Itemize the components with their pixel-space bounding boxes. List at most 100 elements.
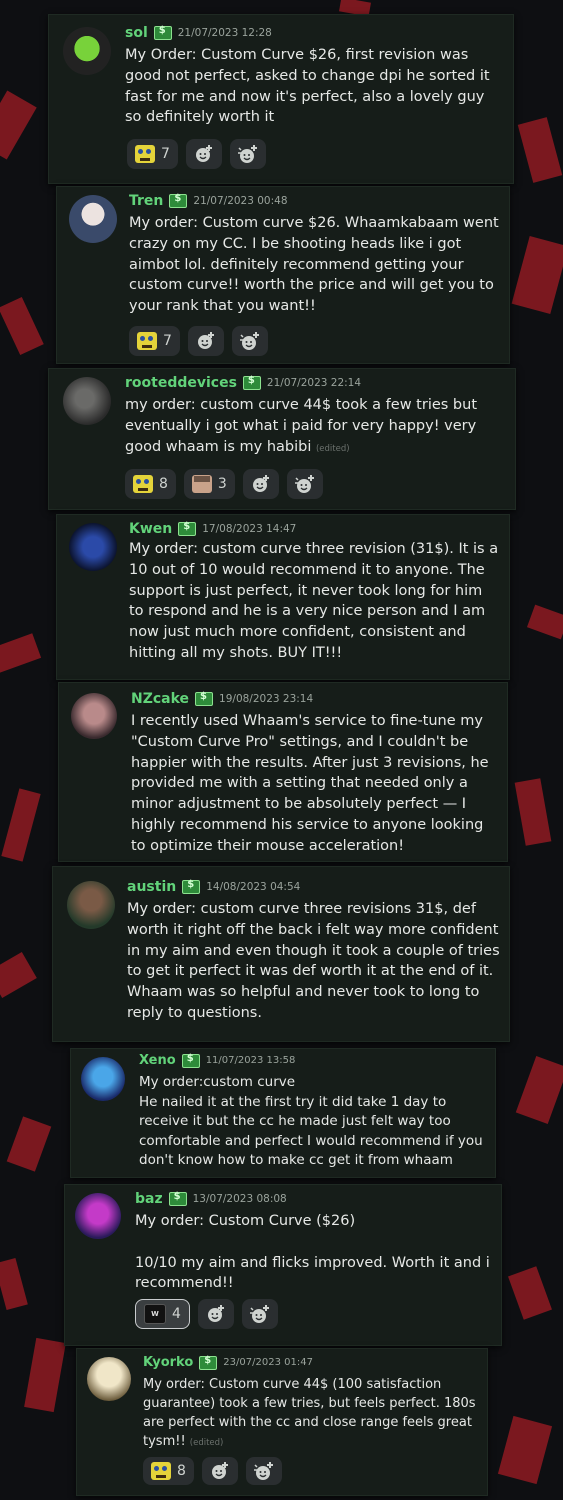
add-super-reaction-icon [253, 1462, 273, 1480]
add-reaction-button[interactable] [201, 1457, 238, 1485]
username[interactable]: baz [135, 1191, 163, 1207]
background-shard [515, 1055, 563, 1125]
add-super-reaction-icon [237, 145, 257, 163]
add-reaction-icon [211, 1462, 228, 1479]
avatar[interactable] [87, 1357, 131, 1401]
username[interactable]: rooteddevices [125, 375, 237, 391]
money-badge-icon [153, 25, 172, 40]
add-reaction-icon [207, 1305, 224, 1322]
background-shard [0, 633, 42, 673]
reaction-pill[interactable]: 7 [127, 139, 178, 169]
money-badge-icon [168, 1191, 187, 1206]
review-card: Xeno 11/07/2023 13:58 My order:custom cu… [70, 1048, 496, 1178]
add-reaction-icon [252, 475, 269, 492]
reaction-bar: 8 [143, 1457, 282, 1485]
message-header: Xeno 11/07/2023 13:58 [139, 1053, 296, 1069]
background-shard [0, 90, 37, 160]
message-text-content: my order: custom curve 44$ took a few tr… [125, 397, 482, 455]
avatar[interactable] [81, 1057, 125, 1101]
message-header: sol 21/07/2023 12:28 [125, 25, 272, 41]
message-text: My order:custom curve He nailed it at th… [139, 1074, 483, 1168]
reaction-bar: 8 3 [125, 469, 323, 499]
reaction-pill[interactable]: 8 [125, 469, 176, 499]
avatar[interactable] [63, 377, 111, 425]
avatar[interactable] [69, 195, 117, 243]
avatar[interactable] [63, 27, 111, 75]
review-card: Kwen 17/08/2023 14:47 My order: custom c… [56, 514, 510, 680]
background-shard [24, 1337, 66, 1413]
timestamp: 14/08/2023 04:54 [206, 881, 301, 893]
spongebob-emoji [133, 475, 153, 493]
add-reaction-button[interactable] [187, 326, 224, 356]
spongebob-emoji [135, 145, 155, 163]
background-shard [526, 604, 563, 640]
reaction-pill[interactable]: 8 [143, 1457, 194, 1485]
background-shard [514, 778, 552, 846]
money-badge-icon [169, 193, 188, 208]
timestamp: 21/07/2023 00:48 [193, 195, 288, 207]
message-header: Tren 21/07/2023 00:48 [129, 193, 288, 209]
money-badge-icon [195, 691, 214, 706]
reaction-pill[interactable]: 3 [183, 469, 235, 499]
money-badge-icon [181, 1053, 200, 1068]
timestamp: 11/07/2023 13:58 [205, 1055, 296, 1066]
username[interactable]: Tren [129, 193, 163, 209]
add-super-reaction-icon [239, 332, 259, 350]
avatar[interactable] [71, 693, 117, 739]
username[interactable]: austin [127, 879, 176, 895]
username[interactable]: Kwen [129, 521, 172, 537]
spongebob-emoji [151, 1462, 171, 1480]
reaction-bar: 7 [127, 139, 266, 169]
background-shard [0, 952, 37, 998]
money-badge-icon [242, 375, 261, 390]
edited-label: (edited) [315, 443, 350, 454]
username[interactable]: sol [125, 25, 148, 41]
background-shard [1, 788, 41, 862]
add-reaction-button[interactable] [185, 139, 222, 169]
add-super-reaction-button[interactable] [286, 469, 323, 499]
username[interactable]: Xeno [139, 1053, 176, 1068]
add-super-reaction-button[interactable] [241, 1299, 278, 1329]
message-text: My order: Custom curve $26. Whaamkabaam … [129, 215, 504, 315]
money-badge-icon [182, 879, 201, 894]
money-badge-icon [199, 1355, 218, 1370]
avatar[interactable] [75, 1193, 121, 1239]
message-header: Kwen 17/08/2023 14:47 [129, 521, 296, 537]
background-shard [497, 1415, 553, 1485]
review-card: rooteddevices 21/07/2023 22:14 my order:… [48, 368, 516, 510]
w-logo-emoji: W [144, 1304, 166, 1324]
add-super-reaction-button[interactable] [231, 326, 268, 356]
reaction-bar: W4 [135, 1299, 278, 1329]
reaction-bar: 7 [129, 326, 268, 356]
message-header: austin 14/08/2023 04:54 [127, 879, 300, 895]
man-face-emoji [191, 475, 212, 493]
review-card: baz 13/07/2023 08:08 My order: Custom Cu… [64, 1184, 502, 1346]
background-shard [508, 1266, 552, 1320]
avatar[interactable] [69, 523, 117, 571]
message-text: My order: Custom curve 44$ (100 satisfac… [143, 1375, 481, 1453]
reaction-pill[interactable]: W4 [135, 1299, 190, 1329]
money-badge-icon [178, 521, 197, 536]
avatar[interactable] [67, 881, 115, 929]
username[interactable]: Kyorko [143, 1355, 193, 1370]
add-super-reaction-button[interactable] [229, 139, 266, 169]
background-shard [0, 296, 44, 356]
reaction-count: 3 [217, 476, 227, 492]
reaction-pill[interactable]: 7 [129, 326, 180, 356]
reaction-count: 4 [172, 1306, 181, 1322]
reaction-count: 8 [177, 1463, 186, 1479]
review-card: Tren 21/07/2023 00:48 My order: Custom c… [56, 186, 510, 364]
add-reaction-button[interactable] [242, 469, 279, 499]
timestamp: 13/07/2023 08:08 [192, 1193, 287, 1205]
add-reaction-icon [195, 145, 212, 162]
review-card: austin 14/08/2023 04:54 My order: custom… [52, 866, 510, 1042]
background-shard [511, 236, 563, 314]
message-text: My order: custom curve three revisions 3… [127, 901, 505, 1021]
username[interactable]: NZcake [131, 691, 189, 707]
add-reaction-button[interactable] [197, 1299, 234, 1329]
add-reaction-icon [197, 332, 214, 349]
add-super-reaction-icon [249, 1305, 269, 1323]
message-header: baz 13/07/2023 08:08 [135, 1191, 287, 1207]
add-super-reaction-button[interactable] [245, 1457, 282, 1485]
edited-label: (edited) [189, 1438, 224, 1448]
